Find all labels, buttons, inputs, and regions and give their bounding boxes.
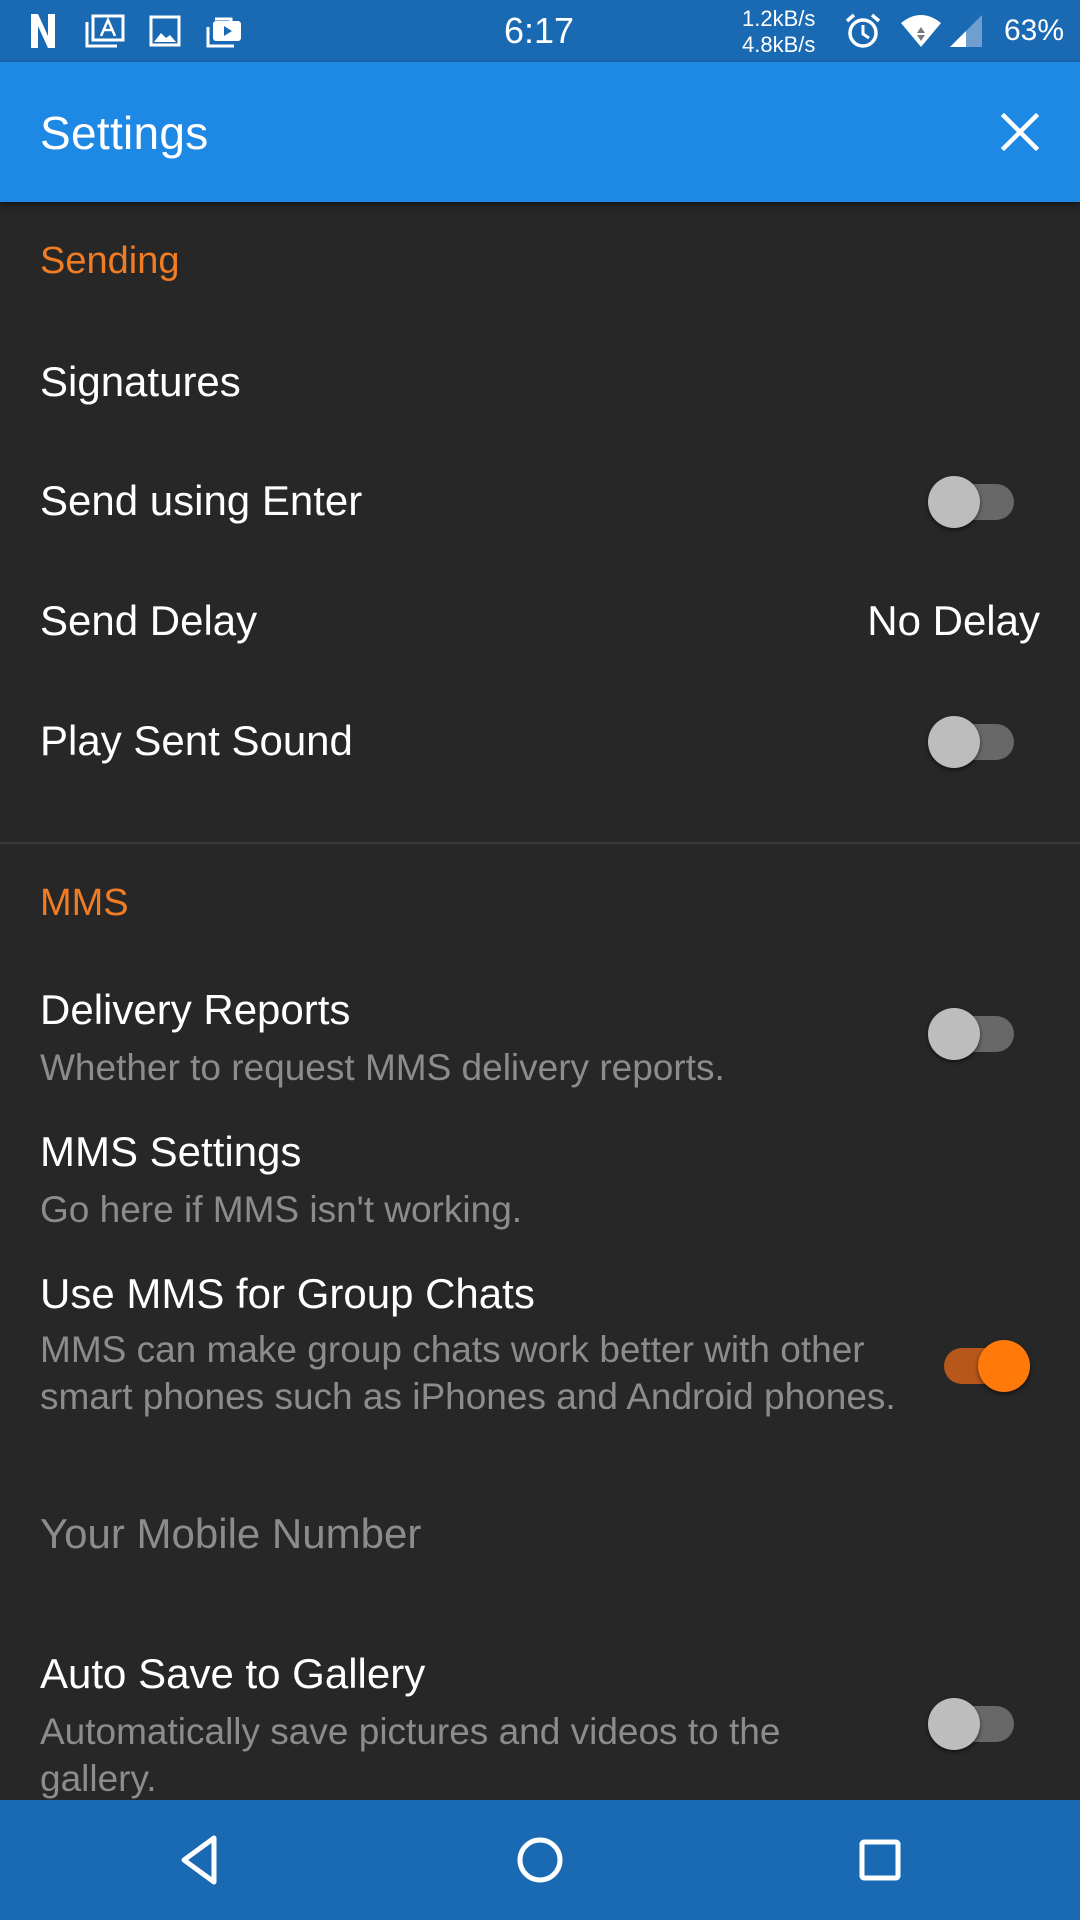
back-button[interactable] bbox=[170, 1830, 230, 1890]
pref-delivery-reports[interactable]: Delivery Reports Whether to request MMS … bbox=[0, 962, 1080, 1102]
settings-list[interactable]: Sending Signatures Send using Enter Send… bbox=[0, 202, 1080, 1800]
pref-summary: Automatically save pictures and videos t… bbox=[40, 1711, 781, 1799]
play-sent-sound-toggle[interactable] bbox=[928, 714, 1028, 770]
upload-speed: 1.2kB/s bbox=[742, 6, 816, 31]
auto-save-toggle[interactable] bbox=[928, 1696, 1028, 1752]
mobile-number-field[interactable]: Your Mobile Number bbox=[0, 1482, 1080, 1602]
toggle-thumb bbox=[978, 1340, 1030, 1392]
pref-mms-settings[interactable]: MMS Settings Go here if MMS isn't workin… bbox=[0, 1102, 1080, 1242]
signal-icon bbox=[948, 12, 984, 50]
back-icon bbox=[181, 1835, 217, 1885]
home-button[interactable] bbox=[510, 1830, 570, 1890]
network-speed: 1.2kB/s 4.8kB/s bbox=[742, 6, 815, 58]
pref-send-delay[interactable]: Send Delay No Delay bbox=[0, 562, 1080, 682]
send-using-enter-toggle[interactable] bbox=[928, 474, 1028, 530]
toggle-thumb bbox=[928, 476, 980, 528]
status-bar: 6:17 1.2kB/s 4.8kB/s 63% bbox=[0, 0, 1080, 62]
close-icon bbox=[1000, 112, 1040, 152]
app-bar: Settings bbox=[0, 62, 1080, 202]
pref-send-using-enter[interactable]: Send using Enter bbox=[0, 442, 1080, 562]
toggle-thumb bbox=[928, 716, 980, 768]
wifi-icon bbox=[898, 12, 944, 50]
home-icon bbox=[517, 1837, 563, 1883]
pref-title: Send using Enter bbox=[40, 477, 363, 524]
battery-level: 63% bbox=[1004, 14, 1065, 47]
alarm-icon bbox=[842, 12, 884, 50]
send-delay-value: No Delay bbox=[867, 597, 1040, 644]
pref-summary: MMS can make group chats work better wit… bbox=[40, 1329, 896, 1417]
group-chats-toggle[interactable] bbox=[930, 1338, 1030, 1394]
toggle-thumb bbox=[928, 1008, 980, 1060]
download-speed: 4.8kB/s bbox=[742, 32, 816, 57]
pref-auto-save[interactable]: Auto Save to Gallery Automatically save … bbox=[0, 1622, 1080, 1800]
pref-play-sent-sound[interactable]: Play Sent Sound bbox=[0, 682, 1080, 802]
pref-summary: Go here if MMS isn't working. bbox=[40, 1189, 523, 1230]
gallery-icon bbox=[148, 12, 182, 50]
pref-group-chats[interactable]: Use MMS for Group Chats MMS can make gro… bbox=[0, 1242, 1080, 1482]
pref-title: Auto Save to Gallery bbox=[40, 1650, 426, 1697]
clock: 6:17 bbox=[504, 10, 575, 51]
pref-title: MMS Settings bbox=[40, 1128, 302, 1175]
section-divider bbox=[0, 842, 1080, 844]
mobile-number-placeholder: Your Mobile Number bbox=[40, 1510, 422, 1557]
toggle-thumb bbox=[928, 1698, 980, 1750]
pref-title: Signatures bbox=[40, 358, 241, 405]
delivery-reports-toggle[interactable] bbox=[928, 1006, 1028, 1062]
pref-title: Use MMS for Group Chats bbox=[40, 1270, 535, 1317]
recents-icon bbox=[859, 1839, 901, 1881]
video-briefcase-icon bbox=[204, 12, 244, 50]
navigation-bar bbox=[0, 1800, 1080, 1920]
text-image-icon bbox=[84, 12, 126, 50]
pref-summary: Whether to request MMS delivery reports. bbox=[40, 1047, 725, 1088]
section-header-mms: MMS bbox=[40, 882, 129, 924]
pref-title: Send Delay bbox=[40, 597, 258, 644]
netflix-n-icon bbox=[28, 12, 58, 50]
pref-title: Play Sent Sound bbox=[40, 717, 353, 764]
recents-button[interactable] bbox=[850, 1830, 910, 1890]
page-title: Settings bbox=[40, 107, 209, 159]
section-header-sending: Sending bbox=[40, 240, 180, 282]
pref-signatures[interactable]: Signatures bbox=[0, 322, 1080, 442]
close-button[interactable] bbox=[996, 108, 1044, 156]
pref-title: Delivery Reports bbox=[40, 986, 351, 1033]
